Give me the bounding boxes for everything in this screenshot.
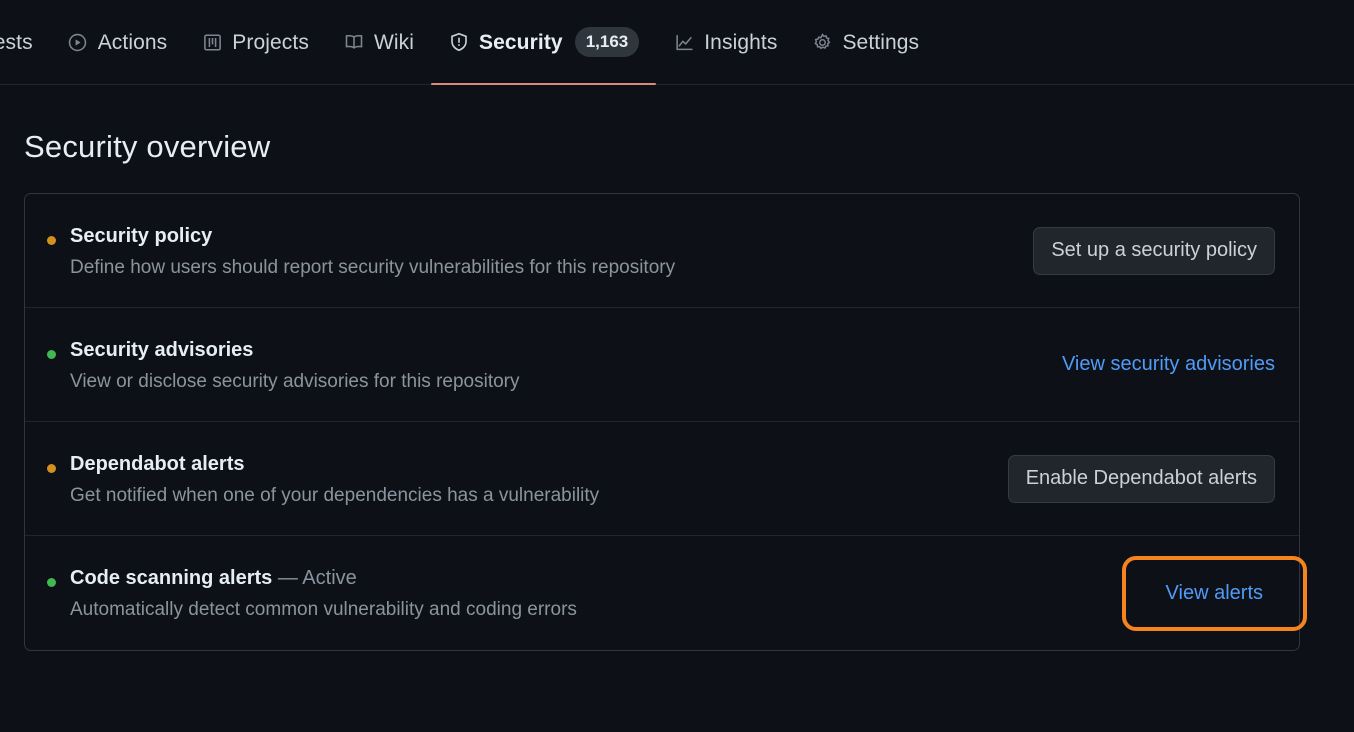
security-overview-card: Security policy Define how users should … [24, 193, 1307, 651]
nav-item-projects[interactable]: Projects [184, 0, 326, 84]
row-text: Security advisories View or disclose sec… [70, 337, 520, 395]
row-title-text: Security policy [70, 224, 213, 247]
nav-item-label: Wiki [373, 30, 415, 54]
row-action: View alerts [1121, 555, 1307, 631]
nav-item-label: Projects [232, 30, 309, 54]
row-action: Enable Dependabot alerts [1007, 454, 1275, 503]
row-action: Set up a security policy [1033, 226, 1275, 275]
nav-item-pull-requests[interactable]: uests [0, 0, 50, 84]
nav-item-label: Actions [97, 30, 168, 54]
nav-item-security[interactable]: Security 1,163 [431, 0, 657, 85]
row-title: Security policy [70, 223, 675, 249]
status-dot [47, 235, 56, 245]
row-title: Code scanning alerts — Active [70, 565, 577, 591]
status-dot [47, 349, 56, 359]
row-left: Security policy Define how users should … [47, 221, 675, 281]
repository-nav: uests Actions Projects [0, 0, 1354, 85]
nav-item-insights[interactable]: Insights [656, 0, 794, 84]
row-action: View security advisories [1062, 353, 1275, 376]
nav-item-label: Security [479, 30, 563, 54]
row-left: Security advisories View or disclose sec… [47, 335, 520, 395]
row-description: View or disclose security advisories for… [70, 370, 520, 392]
row-status: — Active [277, 567, 357, 590]
row-title-text: Dependabot alerts [70, 452, 245, 475]
nav-item-wiki[interactable]: Wiki [326, 0, 431, 84]
row-text: Dependabot alerts Get notified when one … [70, 451, 599, 509]
row-description: Automatically detect common vulnerabilit… [70, 599, 577, 621]
setup-security-policy-button[interactable]: Set up a security policy [1033, 226, 1275, 275]
graph-icon [673, 31, 695, 53]
page-title: Security overview [24, 129, 271, 164]
overview-row-code-scanning-alerts: Code scanning alerts — Active Automatica… [25, 536, 1307, 650]
nav-item-actions[interactable]: Actions [50, 0, 185, 84]
main-content: Security overview Security policy Define… [0, 129, 1354, 651]
row-description: Define how users should report security … [70, 256, 676, 278]
row-text: Code scanning alerts — Active Automatica… [70, 565, 577, 623]
shield-alert-icon [448, 31, 470, 53]
row-text: Security policy Define how users should … [70, 223, 675, 281]
nav-item-label: Settings [842, 30, 920, 54]
row-title-text: Security advisories [70, 338, 254, 361]
row-title-text: Code scanning alerts [70, 567, 273, 590]
view-security-advisories-link[interactable]: View security advisories [1062, 353, 1275, 376]
nav-item-settings[interactable]: Settings [794, 0, 936, 84]
active-tab-underline [431, 83, 657, 85]
repository-nav-list: uests Actions Projects [0, 0, 936, 85]
status-dot [47, 578, 56, 588]
overview-row-dependabot-alerts: Dependabot alerts Get notified when one … [25, 422, 1299, 536]
view-alerts-link[interactable]: View alerts [1166, 582, 1263, 605]
nav-item-label: uests [0, 30, 33, 54]
table-icon [201, 31, 223, 53]
enable-dependabot-alerts-button[interactable]: Enable Dependabot alerts [1007, 454, 1275, 503]
row-title: Dependabot alerts [70, 451, 599, 477]
security-alert-counter: 1,163 [574, 27, 640, 57]
nav-item-label: Insights [704, 30, 778, 54]
overview-row-security-policy: Security policy Define how users should … [25, 194, 1299, 308]
play-circle-icon [67, 31, 89, 53]
view-alerts-highlight: View alerts [1121, 555, 1307, 631]
overview-row-security-advisories: Security advisories View or disclose sec… [25, 308, 1299, 422]
row-left: Dependabot alerts Get notified when one … [47, 449, 599, 509]
status-dot [47, 463, 56, 473]
row-description: Get notified when one of your dependenci… [70, 484, 600, 506]
row-left: Code scanning alerts — Active Automatica… [47, 563, 577, 623]
row-title: Security advisories [70, 337, 520, 363]
gear-icon [811, 31, 833, 53]
book-icon [343, 31, 365, 53]
